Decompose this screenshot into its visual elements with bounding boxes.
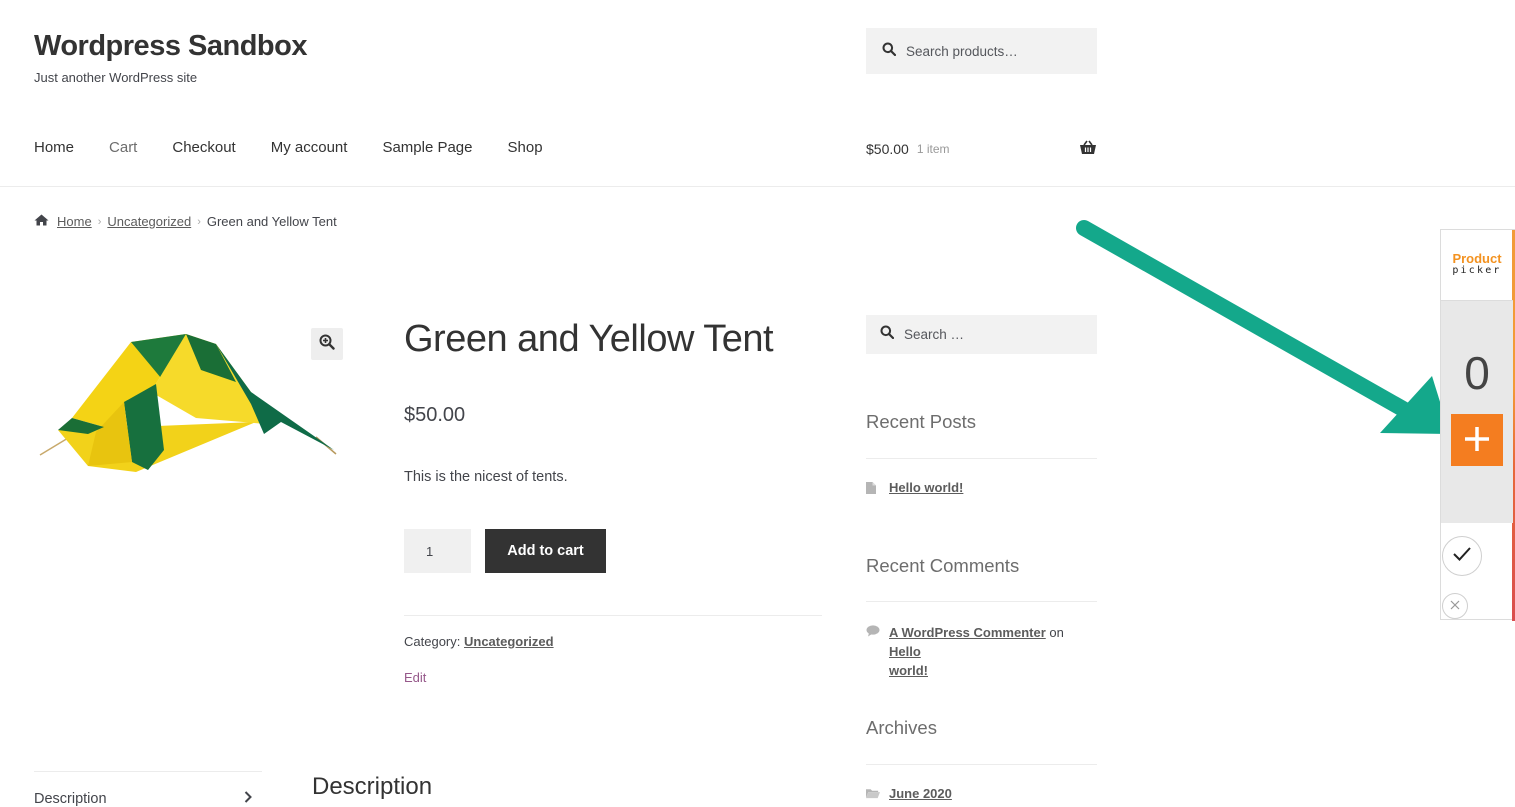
tab-description-label: Description: [34, 791, 107, 807]
close-icon: [1450, 597, 1460, 615]
breadcrumb-separator: ›: [97, 215, 102, 228]
header-cart[interactable]: $50.00 1 item: [866, 140, 1097, 158]
chevron-right-icon: [244, 791, 252, 807]
picker-add-button[interactable]: [1451, 414, 1503, 466]
picker-logo-line2: picker: [1452, 265, 1502, 276]
add-to-cart-button[interactable]: Add to cart: [485, 529, 606, 573]
tabs-divider: [34, 771, 262, 772]
recent-post-item: Hello world!: [866, 480, 963, 495]
site-title[interactable]: Wordpress Sandbox: [34, 30, 307, 63]
header-search[interactable]: [866, 28, 1097, 74]
picker-cancel-button[interactable]: [1442, 593, 1468, 619]
comment-on-text: on: [1049, 625, 1064, 640]
edit-link[interactable]: Edit: [404, 670, 426, 685]
check-icon: [1452, 546, 1472, 567]
search-icon: [882, 42, 897, 61]
nav-item-shop[interactable]: Shop: [508, 139, 543, 156]
picker-count: 0: [1464, 347, 1490, 399]
primary-nav: Home Cart Checkout My account Sample Pag…: [34, 139, 578, 156]
home-icon: [34, 214, 49, 229]
product-title: Green and Yellow Tent: [404, 318, 774, 360]
basket-icon[interactable]: [1079, 140, 1097, 158]
breadcrumb: Home › Uncategorized › Green and Yellow …: [34, 214, 337, 229]
comment-author-link[interactable]: A WordPress Commenter: [889, 625, 1046, 640]
site-tagline: Just another WordPress site: [34, 70, 198, 85]
widget-divider: [866, 458, 1097, 459]
nav-item-sample-page[interactable]: Sample Page: [382, 139, 472, 156]
cart-amount: $50.00: [866, 141, 909, 157]
search-icon: [880, 325, 895, 344]
recent-comments-title: Recent Comments: [866, 555, 1020, 576]
product-price: $50.00: [404, 404, 466, 426]
archive-item: June 2020: [866, 786, 952, 801]
document-icon: [866, 480, 880, 495]
picker-counter-area: [1441, 300, 1513, 523]
product-category: Category: Uncategorized: [404, 634, 554, 649]
archives-title: Archives: [866, 717, 937, 738]
folder-icon: [866, 786, 880, 801]
nav-item-my-account[interactable]: My account: [271, 139, 348, 156]
recent-comment-item: A WordPress Commenter on Hello world!: [866, 623, 1097, 680]
comment-post-link-cont[interactable]: world!: [889, 663, 928, 678]
nav-item-cart[interactable]: Cart: [109, 139, 137, 156]
recent-post-link[interactable]: Hello world!: [889, 480, 963, 495]
cart-item-count: 1 item: [916, 142, 950, 156]
tab-description[interactable]: Description: [34, 791, 252, 807]
zoom-button[interactable]: [311, 328, 343, 360]
breadcrumb-category[interactable]: Uncategorized: [107, 214, 191, 229]
recent-posts-title: Recent Posts: [866, 411, 977, 432]
header-divider: [0, 186, 1515, 187]
comment-icon: [866, 623, 880, 680]
product-short-description: This is the nicest of tents.: [404, 469, 568, 485]
nav-item-home[interactable]: Home: [34, 139, 74, 156]
description-heading: Description: [312, 773, 433, 800]
sidebar-search[interactable]: [866, 315, 1097, 354]
sidebar-search-input[interactable]: [904, 327, 1084, 342]
zoom-icon: [319, 334, 335, 355]
archive-link[interactable]: June 2020: [889, 786, 952, 801]
breadcrumb-separator: ›: [197, 215, 201, 228]
plus-icon: [1464, 426, 1490, 455]
product-picker-logo: Product picker: [1441, 230, 1513, 300]
product-meta-divider: [404, 615, 822, 616]
breadcrumb-current: Green and Yellow Tent: [206, 214, 337, 229]
picker-logo-line1: Product: [1452, 251, 1502, 266]
comment-post-link[interactable]: Hello: [889, 644, 921, 659]
category-link[interactable]: Uncategorized: [464, 634, 554, 649]
breadcrumb-home[interactable]: Home: [57, 214, 92, 229]
category-label: Category:: [404, 634, 461, 649]
quantity-input[interactable]: 1: [404, 529, 471, 573]
nav-item-checkout[interactable]: Checkout: [172, 139, 235, 156]
annotation-arrow-icon: [1076, 220, 1450, 434]
picker-confirm-button[interactable]: [1442, 536, 1482, 576]
widget-divider: [866, 764, 1097, 765]
product-image[interactable]: [36, 322, 346, 482]
product-picker-widget: Product picker 0: [1440, 229, 1515, 621]
widget-divider: [866, 601, 1097, 602]
product-search-input[interactable]: [906, 43, 1086, 59]
